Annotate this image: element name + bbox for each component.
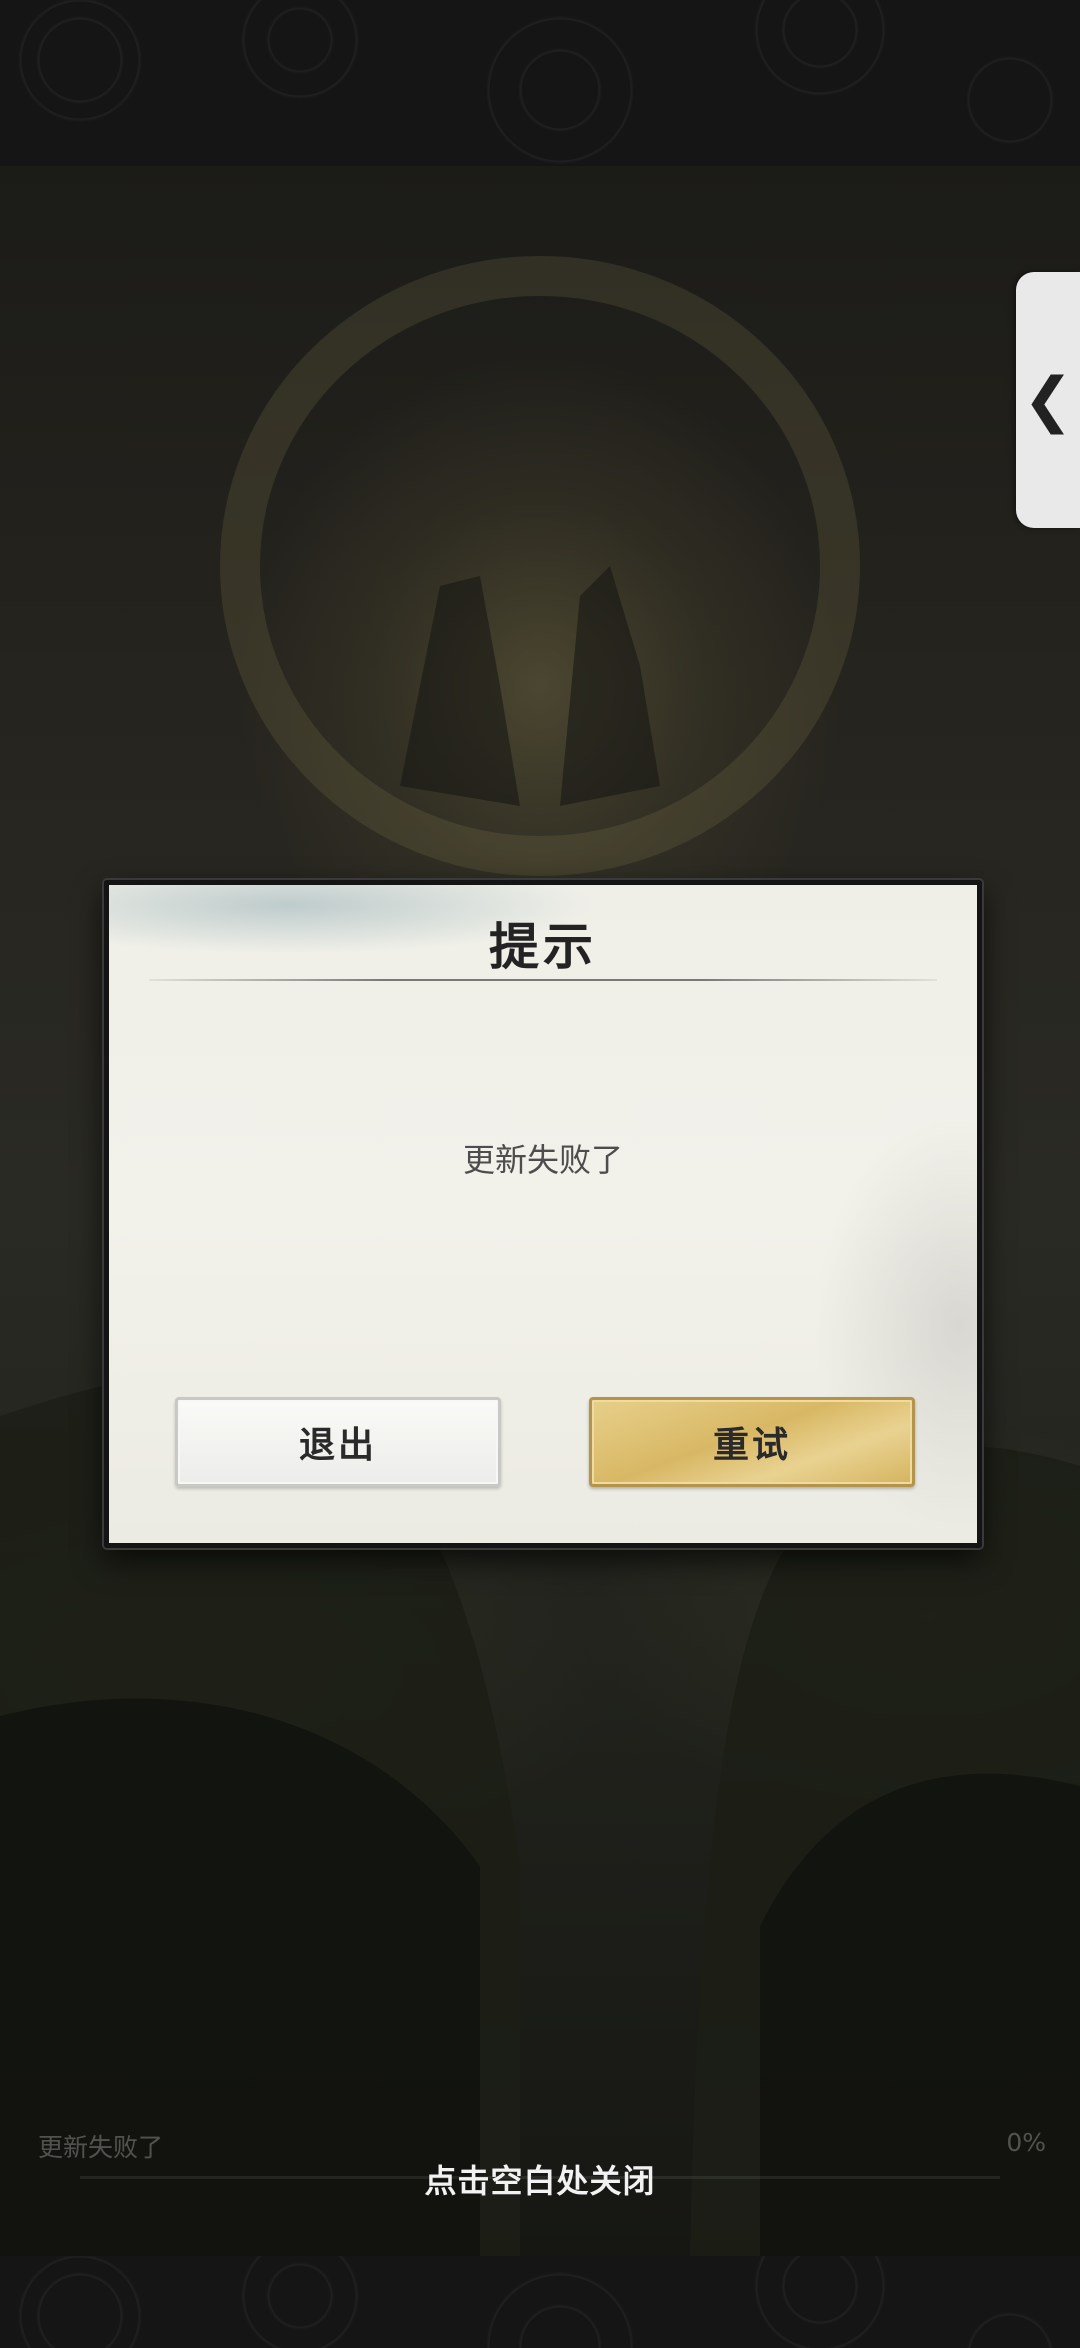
side-collapse-tab[interactable]: ❮ bbox=[1016, 272, 1080, 528]
dialog-divider bbox=[149, 979, 937, 981]
retry-button[interactable]: 重试 bbox=[589, 1397, 915, 1487]
exit-button[interactable]: 退出 bbox=[175, 1397, 501, 1487]
game-screen: ❮ 更新失败了 0% 点击空白处关闭 提示 更新失败了 退出 重试 bbox=[0, 0, 1080, 2348]
tap-blank-to-close-hint: 点击空白处关闭 bbox=[424, 2162, 656, 2200]
update-failed-dialog: 提示 更新失败了 退出 重试 bbox=[104, 880, 982, 1548]
loading-percent: 0% bbox=[1006, 2128, 1046, 2157]
retry-button-label: 重试 bbox=[712, 1424, 791, 1466]
top-decorative-band bbox=[0, 0, 1080, 166]
bottom-decorative-band bbox=[0, 2256, 1080, 2348]
exit-button-label: 退出 bbox=[298, 1424, 377, 1466]
chevron-left-icon: ❮ bbox=[1022, 365, 1074, 435]
dialog-title: 提示 bbox=[489, 917, 597, 976]
dialog-message: 更新失败了 bbox=[462, 1141, 623, 1179]
